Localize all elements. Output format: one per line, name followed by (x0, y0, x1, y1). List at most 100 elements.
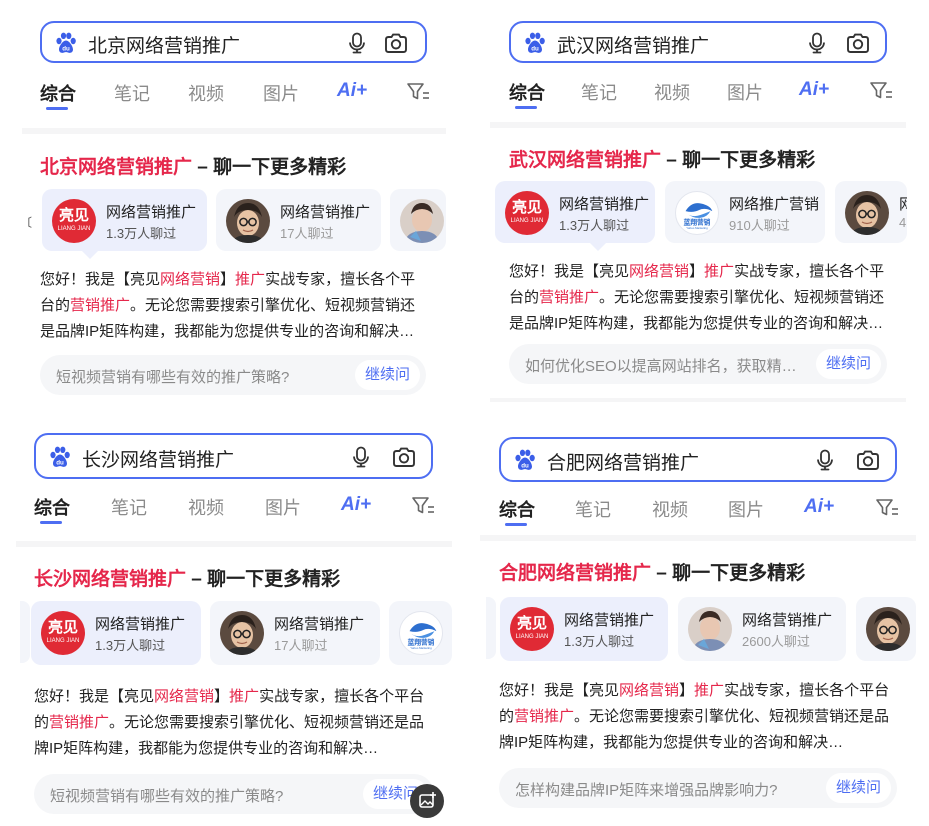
tab-bar: 综合 笔记 视频 图片 Ai+ (509, 79, 909, 113)
chat-count: 1.3万人聊过 (106, 226, 177, 241)
tab-video[interactable]: 视频 (188, 80, 224, 106)
tab-notes[interactable]: 笔记 (114, 80, 150, 106)
chat-count: 2600人聊过 (742, 634, 810, 649)
card-pointer (82, 251, 98, 259)
tab-all[interactable]: 综合 (509, 79, 545, 105)
microphone-icon[interactable] (805, 31, 829, 55)
add-image-icon (419, 792, 436, 808)
question-text: 怎样构建品牌IP矩阵来增强品牌影响力? (515, 782, 778, 799)
tab-ai[interactable]: Ai+ (337, 80, 367, 102)
section-divider (490, 122, 906, 128)
headline-keyword: 北京网络营销推广 (40, 157, 193, 178)
tab-notes[interactable]: 笔记 (581, 79, 617, 105)
tab-all[interactable]: 综合 (34, 494, 70, 520)
tab-all[interactable]: 综合 (40, 80, 76, 106)
filter-icon[interactable] (875, 497, 899, 519)
tab-images[interactable]: 图片 (727, 79, 763, 105)
suggested-question[interactable]: 如何优化SEO以提高网站排名，获取精… 继续问 (509, 344, 887, 384)
avatar (226, 199, 270, 243)
intro-text: 您好！我是【亮见网络营销】推广实战专家，擅长各个平台的营销推广。无论您需要搜索引… (40, 271, 416, 340)
tab-bar: 综合 笔记 视频 图片 Ai+ (499, 496, 909, 530)
tab-images[interactable]: 图片 (728, 496, 764, 522)
agent-card[interactable]: 亮见 LIANG JIAN 网络营销推广 1.3万人聊过 (500, 597, 668, 661)
headline-suffix: – 聊一下更多精彩 (661, 150, 816, 171)
agent-card[interactable] (389, 601, 452, 665)
chat-count: 1.3万人聊过 (564, 634, 635, 649)
tab-all[interactable]: 综合 (499, 496, 535, 522)
question-text: 短视频营销有哪些有效的推广策略? (56, 369, 290, 386)
intro-text: 您好！我是【亮见网络营销】推广实战专家，擅长各个平台的营销推广。无论您需要搜索引… (34, 688, 425, 757)
suggested-question[interactable]: 短视频营销有哪些有效的推广策略? 继续问 (34, 774, 434, 814)
tab-video[interactable]: 视频 (654, 79, 690, 105)
headline-suffix: – 聊一下更多精彩 (651, 563, 806, 584)
filter-icon[interactable] (406, 81, 430, 103)
chat-headline[interactable]: 合肥网络营销推广 – 聊一下更多精彩 (499, 558, 805, 585)
search-bar[interactable]: 长沙网络营销推广 (34, 433, 433, 479)
agent-card[interactable] (390, 189, 446, 251)
agent-card[interactable]: 亮见 LIANG JIAN 网络营销推广 1.3万人聊过 (42, 189, 207, 251)
search-bar[interactable]: 合肥网络营销推广 (499, 437, 897, 482)
suggested-question[interactable]: 怎样构建品牌IP矩阵来增强品牌影响力? 继续问 (499, 768, 897, 808)
tab-images[interactable]: 图片 (263, 80, 299, 106)
continue-button[interactable]: 继续问 (815, 349, 881, 379)
section-divider (490, 398, 906, 402)
search-bar[interactable]: 武汉网络营销推广 (509, 21, 887, 63)
tab-ai[interactable]: Ai+ (799, 79, 829, 101)
avatar (866, 607, 910, 651)
agent-card[interactable]: 网络营销推广 2600人聊过 (678, 597, 846, 661)
question-text: 短视频营销有哪些有效的推广策略? (50, 788, 284, 805)
avatar: 亮见 LIANG JIAN (52, 199, 96, 243)
avatar (688, 607, 732, 651)
chat-headline[interactable]: 北京网络营销推广 – 聊一下更多精彩 (40, 152, 346, 179)
headline-keyword: 合肥网络营销推广 (499, 563, 652, 584)
intro-text: 您好！我是【亮见网络营销】推广实战专家，擅长各个平台的营销推广。无论您需要搜索引… (509, 263, 885, 332)
filter-icon[interactable] (869, 80, 893, 102)
camera-icon[interactable] (391, 445, 417, 469)
agent-name: 网络营销推广 (559, 196, 650, 213)
search-input[interactable]: 北京网络营销推广 (88, 31, 240, 58)
tab-images[interactable]: 图片 (265, 494, 301, 520)
agent-card[interactable]: 亮见 LIANG JIAN 网络营销推广 1.3万人聊过 (31, 601, 201, 665)
microphone-icon[interactable] (813, 448, 837, 472)
continue-button[interactable]: 继续问 (354, 360, 420, 390)
filter-icon[interactable] (411, 495, 435, 517)
camera-icon[interactable] (383, 31, 409, 55)
continue-button[interactable]: 继续问 (825, 773, 891, 803)
agent-card[interactable]: 亮见 LIANG JIAN 网络营销推广 1.3万人聊过 (495, 181, 655, 243)
microphone-icon[interactable] (345, 31, 369, 55)
search-input[interactable]: 武汉网络营销推广 (557, 31, 709, 58)
add-image-button[interactable] (410, 784, 444, 818)
microphone-icon[interactable] (349, 445, 373, 469)
search-input[interactable]: 长沙网络营销推广 (82, 445, 234, 472)
avatar: 亮见 LIANG JIAN (505, 191, 549, 235)
tab-notes[interactable]: 笔记 (575, 496, 611, 522)
search-input[interactable]: 合肥网络营销推广 (547, 448, 699, 475)
tab-notes[interactable]: 笔记 (111, 494, 147, 520)
chat-headline[interactable]: 武汉网络营销推广 – 聊一下更多精彩 (509, 145, 815, 172)
avatar: 亮见 LIANG JIAN (510, 607, 554, 651)
agent-card[interactable]: 网络推广营销 910人聊过 (665, 181, 825, 243)
agent-card[interactable]: 网 4 (835, 181, 907, 243)
camera-icon[interactable] (845, 31, 871, 55)
search-bar[interactable]: 北京网络营销推广 (40, 21, 427, 63)
card-edge: ﹝ (18, 189, 32, 251)
agent-name: 网络营销推广 (106, 204, 197, 221)
avatar (845, 191, 889, 235)
tab-ai[interactable]: Ai+ (804, 496, 834, 518)
agent-card[interactable]: 网络营销推广 17人聊过 (216, 189, 381, 251)
headline-keyword: 长沙网络营销推广 (34, 569, 187, 590)
headline-suffix: – 聊一下更多精彩 (192, 157, 347, 178)
tab-video[interactable]: 视频 (188, 494, 224, 520)
camera-icon[interactable] (855, 448, 881, 472)
tab-active-indicator (46, 107, 68, 110)
avatar (220, 611, 264, 655)
section-divider (480, 535, 916, 541)
chat-headline[interactable]: 长沙网络营销推广 – 聊一下更多精彩 (34, 564, 340, 591)
suggested-question[interactable]: 短视频营销有哪些有效的推广策略? 继续问 (40, 355, 426, 395)
agent-card[interactable] (856, 597, 916, 661)
tab-ai[interactable]: Ai+ (341, 494, 371, 516)
headline-keyword: 武汉网络营销推广 (509, 150, 662, 171)
agent-card[interactable]: 网络营销推广 17人聊过 (210, 601, 380, 665)
chat-count: 4 (899, 215, 907, 230)
tab-video[interactable]: 视频 (652, 496, 688, 522)
